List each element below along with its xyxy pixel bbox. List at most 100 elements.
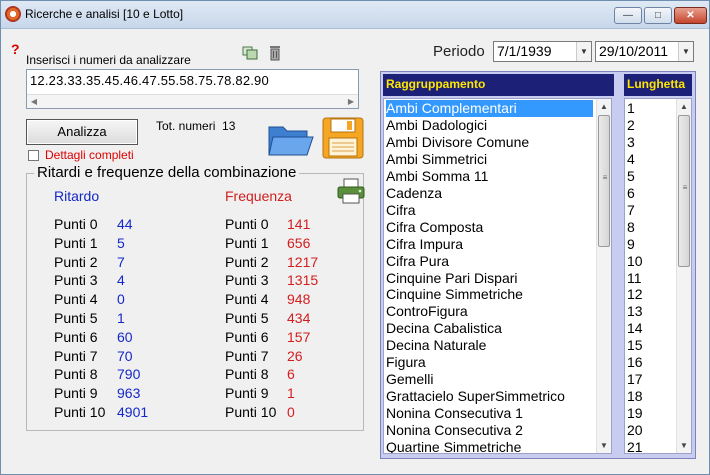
stats-row-value: 0: [117, 291, 125, 308]
lunghetta-scrollbar[interactable]: ▲ ≡ ▼: [676, 99, 691, 453]
list-item[interactable]: Gemelli: [386, 371, 593, 388]
stats-row-label: Punti 1: [54, 234, 98, 251]
app-icon: [5, 6, 21, 22]
close-button[interactable]: ✕: [674, 7, 707, 24]
list-item[interactable]: 20: [627, 422, 673, 439]
list-item[interactable]: Quartine Simmetriche: [386, 439, 593, 453]
stats-row-value: 70: [117, 347, 133, 364]
scroll-left-icon[interactable]: ◀: [27, 95, 41, 108]
scroll-thumb[interactable]: ≡: [678, 115, 690, 267]
stats-row-value: 1: [117, 310, 125, 326]
list-item[interactable]: Ambi Somma 11: [386, 168, 593, 185]
list-item[interactable]: Ambi Complementari: [386, 100, 593, 117]
lunghetta-list[interactable]: 1 2 3 4 5 6 7 8 9 10 11 12 13 14 15 16 17 18 19 20 21 ▲ ≡ ▼: [624, 98, 692, 454]
analizza-button[interactable]: Analizza: [26, 119, 138, 145]
list-item[interactable]: Grattacielo SuperSimmetrico: [386, 388, 593, 405]
printer-icon[interactable]: [336, 177, 366, 205]
stats-row-label: Punti 10: [225, 404, 277, 420]
minimize-button[interactable]: —: [614, 7, 642, 24]
list-item[interactable]: 6: [627, 185, 673, 202]
list-item[interactable]: Cifra: [386, 202, 593, 219]
dettagli-checkbox[interactable]: [28, 150, 39, 161]
list-item[interactable]: 5: [627, 168, 673, 185]
list-item[interactable]: 4: [627, 151, 673, 168]
copy-icon[interactable]: [242, 46, 258, 60]
stats-row: Punti 2 7: [54, 253, 194, 271]
numbers-field[interactable]: 12.23.33.35.45.46.47.55.58.75.78.82.90 ◀…: [26, 69, 359, 109]
scroll-up-icon[interactable]: ▲: [677, 99, 691, 114]
stats-row-value: 6: [287, 366, 295, 383]
list-item[interactable]: 2: [627, 117, 673, 134]
list-item[interactable]: 13: [627, 303, 673, 320]
numbers-label: Inserisci i numeri da analizzare: [26, 53, 191, 67]
list-item[interactable]: Ambi Divisore Comune: [386, 134, 593, 151]
maximize-button[interactable]: □: [644, 7, 672, 24]
list-item[interactable]: 18: [627, 388, 673, 405]
chevron-down-icon[interactable]: ▼: [576, 42, 591, 61]
numbers-field-value: 12.23.33.35.45.46.47.55.58.75.78.82.90: [30, 73, 269, 88]
periodo-label: Periodo: [433, 43, 485, 60]
main-window: Ricerche e analisi [10 e Lotto] — □ ✕ ? …: [0, 0, 710, 475]
list-item[interactable]: Cifra Composta: [386, 219, 593, 236]
stats-row-label: Punti 8: [225, 366, 269, 383]
scroll-thumb[interactable]: ≡: [598, 115, 610, 247]
list-item[interactable]: Nonina Consecutiva 1: [386, 405, 593, 422]
list-item[interactable]: 9: [627, 236, 673, 253]
numbers-horizontal-scrollbar[interactable]: ◀ ▶: [27, 94, 358, 108]
list-item[interactable]: Figura: [386, 354, 593, 371]
periodo-to-select[interactable]: 29/10/2011 ▼: [595, 41, 694, 62]
raggruppamento-scrollbar[interactable]: ▲ ≡ ▼: [596, 99, 611, 453]
list-item[interactable]: Cifra Pura: [386, 253, 593, 270]
stats-row: Punti 2 1217: [225, 253, 365, 271]
scroll-right-icon[interactable]: ▶: [344, 95, 358, 108]
scroll-up-icon[interactable]: ▲: [597, 99, 611, 114]
list-item[interactable]: Ambi Dadologici: [386, 117, 593, 134]
stats-row-label: Punti 2: [225, 253, 269, 270]
list-item[interactable]: Nonina Consecutiva 2: [386, 422, 593, 439]
list-item[interactable]: ControFigura: [386, 303, 593, 320]
trash-icon[interactable]: [268, 45, 282, 61]
chevron-down-icon[interactable]: ▼: [678, 42, 693, 61]
stats-row-value: 5: [117, 234, 125, 251]
scroll-down-icon[interactable]: ▼: [677, 438, 691, 453]
stats-row: Punti 10 4901: [54, 403, 194, 421]
stats-row: Punti 3 4: [54, 271, 194, 289]
help-icon[interactable]: ?: [11, 41, 20, 57]
list-item[interactable]: 1: [627, 100, 673, 117]
list-item[interactable]: 10: [627, 253, 673, 270]
list-item[interactable]: 14: [627, 320, 673, 337]
stats-group-title: Ritardi e frequenze della combinazione: [34, 164, 300, 181]
list-item[interactable]: 17: [627, 371, 673, 388]
list-item[interactable]: 7: [627, 202, 673, 219]
stats-row: Punti 1 5: [54, 234, 194, 252]
list-item[interactable]: Decina Cabalistica: [386, 320, 593, 337]
list-item[interactable]: 3: [627, 134, 673, 151]
periodo-to-value: 29/10/2011: [599, 43, 669, 59]
title-bar[interactable]: Ricerche e analisi [10 e Lotto] — □ ✕: [1, 1, 709, 29]
dettagli-label[interactable]: Dettagli completi: [45, 148, 134, 162]
stats-row-value: 1217: [287, 253, 319, 270]
list-item[interactable]: Cadenza: [386, 185, 593, 202]
stats-row-label: Punti 8: [54, 366, 98, 383]
list-item[interactable]: Decina Naturale: [386, 337, 593, 354]
list-item[interactable]: Ambi Simmetrici: [386, 151, 593, 168]
list-item[interactable]: 8: [627, 219, 673, 236]
open-folder-icon[interactable]: [267, 119, 315, 159]
list-item[interactable]: Cinquine Simmetriche: [386, 286, 593, 303]
list-item[interactable]: 19: [627, 405, 673, 422]
list-item[interactable]: 16: [627, 354, 673, 371]
list-item[interactable]: Cinquine Pari Dispari: [386, 270, 593, 287]
stats-row-value: 7: [117, 253, 125, 270]
stats-row-value: 4901: [117, 404, 149, 420]
periodo-from-select[interactable]: 7/1/1939 ▼: [493, 41, 592, 62]
list-item[interactable]: 21: [627, 439, 673, 453]
list-item[interactable]: 12: [627, 286, 673, 303]
stats-row-label: Punti 3: [54, 272, 98, 289]
list-item[interactable]: Cifra Impura: [386, 236, 593, 253]
scroll-down-icon[interactable]: ▼: [597, 438, 611, 453]
save-floppy-icon[interactable]: [321, 116, 365, 160]
raggruppamento-list[interactable]: Ambi Complementari Ambi Dadologici Ambi Di…: [383, 98, 612, 454]
list-item[interactable]: 15: [627, 337, 673, 354]
stats-row-label: Punti 6: [54, 328, 98, 345]
list-item[interactable]: 11: [627, 270, 673, 287]
